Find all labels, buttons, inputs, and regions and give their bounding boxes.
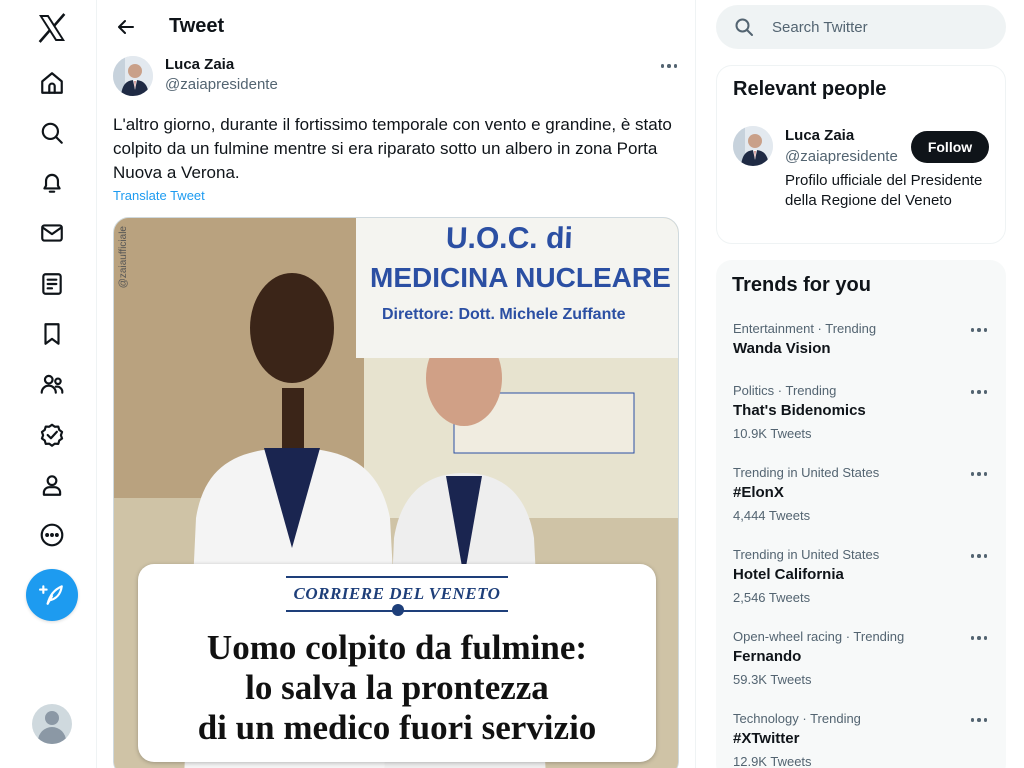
trend-count: 10.9K Tweets [733, 426, 812, 441]
trend-count: 12.9K Tweets [733, 754, 812, 768]
tweet-header: Tweet [97, 0, 695, 53]
trend-more-button[interactable] [968, 323, 990, 337]
nav-profile[interactable] [32, 465, 72, 505]
trend-name: That's Bidenomics [733, 402, 866, 419]
tweet-text: L'altro giorno, durante il fortissimo te… [113, 115, 672, 182]
trend-item[interactable]: Open-wheel racing · Trending Fernando 59… [716, 629, 1006, 711]
relevant-people-panel: Relevant people Luca Zaia @zaiapresident… [716, 65, 1006, 244]
trend-meta: Entertainment · Trending [733, 321, 877, 336]
headline-line2: lo salva la prontezza [245, 668, 549, 707]
sign-line2: MEDICINA NUCLEARE [370, 262, 671, 293]
lists-icon [42, 273, 62, 295]
arrow-left-icon [118, 20, 134, 34]
profile-icon [42, 475, 62, 496]
relevant-person-bio: Profilo ufficiale del Presidente della R… [785, 172, 983, 209]
trends-title: Trends for you [732, 274, 871, 296]
trend-meta: Open-wheel racing · Trending [733, 629, 905, 644]
trend-name: Fernando [733, 648, 802, 665]
follow-button[interactable]: Follow [911, 131, 989, 163]
sign-line1: U.O.C. di [445, 222, 574, 255]
relevant-people-title: Relevant people [733, 78, 887, 100]
avatar-head-shape [45, 711, 59, 725]
account-avatar[interactable] [32, 704, 72, 744]
headline-line1: Uomo colpito da fulmine: [206, 628, 588, 667]
tweet-column: Tweet Luca Zaia @zaiapresidente L'altro … [97, 0, 696, 768]
news-headline: Uomo colpito da fulmine: lo salva la pro… [138, 628, 656, 748]
trend-meta: Technology · Trending [733, 711, 861, 726]
bookmarks-icon [44, 323, 60, 345]
nav-lists[interactable] [32, 264, 72, 304]
sign-line3: Direttore: Dott. Michele Zuffante [382, 306, 626, 323]
relevant-person-handle[interactable]: @zaiapresidente [785, 148, 901, 165]
tweet-more-button[interactable] [655, 54, 683, 78]
relevant-person-name[interactable]: Luca Zaia [785, 127, 854, 144]
back-button[interactable] [109, 10, 143, 44]
feather-plus-icon [39, 585, 63, 605]
media-watermark: @zaiaufficiale [118, 226, 129, 289]
trend-more-button[interactable] [968, 549, 990, 563]
home-icon [41, 72, 63, 94]
nav-communities[interactable] [32, 364, 72, 404]
masthead-text: CORRIERE DEL VENETO [293, 584, 501, 603]
trend-item[interactable]: Politics · Trending That's Bidenomics 10… [716, 383, 1006, 465]
media-sign-background: U.O.C. di MEDICINA NUCLEARE Direttore: D… [356, 218, 678, 358]
trend-meta: Trending in United States [733, 465, 880, 480]
author-handle[interactable]: @zaiapresidente [165, 76, 278, 93]
author-name[interactable]: Luca Zaia [165, 56, 234, 73]
trend-item[interactable]: Trending in United States Hotel Californ… [716, 547, 1006, 629]
author-avatar[interactable] [113, 56, 153, 96]
page-title: Tweet [169, 15, 225, 37]
trend-more-button[interactable] [968, 467, 990, 481]
nav-bookmarks[interactable] [32, 314, 72, 354]
communities-icon [40, 374, 64, 394]
more-dots-icon [660, 64, 665, 68]
translate-tweet-link[interactable]: Translate Tweet [113, 188, 205, 203]
search-input[interactable] [772, 17, 992, 37]
trend-more-button[interactable] [968, 385, 990, 399]
nav-home[interactable] [32, 63, 72, 103]
nav-more[interactable] [32, 515, 72, 555]
trend-more-button[interactable] [968, 631, 990, 645]
more-icon [40, 523, 64, 547]
trend-name: Hotel California [733, 566, 844, 583]
trend-more-button[interactable] [968, 713, 990, 727]
nav-messages[interactable] [32, 213, 72, 253]
trend-item[interactable]: Technology · Trending #XTwitter 12.9K Tw… [716, 711, 1006, 768]
masthead-logo-icon [392, 604, 404, 616]
relevant-person-avatar[interactable] [733, 126, 773, 166]
trend-meta: Trending in United States [733, 547, 880, 562]
trend-name: #XTwitter [733, 730, 800, 747]
right-sidebar: Relevant people Luca Zaia @zaiapresident… [716, 0, 1006, 768]
nav-explore[interactable] [32, 113, 72, 153]
nav-notifications[interactable] [32, 163, 72, 203]
explore-icon [41, 122, 63, 144]
left-navigation [0, 0, 97, 768]
search-box[interactable] [716, 5, 1006, 49]
verified-icon [40, 423, 64, 447]
headline-line3: di un medico fuori servizio [197, 708, 597, 747]
x-logo-icon[interactable] [36, 12, 68, 44]
search-icon [735, 18, 753, 36]
avatar-body-shape [38, 727, 66, 744]
trend-name: #ElonX [733, 484, 784, 501]
trend-count: 2,546 Tweets [733, 590, 811, 605]
nav-verified[interactable] [32, 415, 72, 455]
trend-count: 4,444 Tweets [733, 508, 811, 523]
messages-icon [41, 224, 63, 242]
tweet-media-image[interactable]: U.O.C. di MEDICINA NUCLEARE Direttore: D… [113, 217, 679, 768]
notifications-icon [43, 173, 61, 193]
trend-count: 59.3K Tweets [733, 672, 812, 687]
compose-tweet-button[interactable] [26, 569, 78, 621]
trends-panel: Trends for you Entertainment · Trending … [716, 260, 1006, 768]
trend-meta: Politics · Trending [733, 383, 837, 398]
trend-item[interactable]: Trending in United States #ElonX 4,444 T… [716, 465, 1006, 547]
trend-name: Wanda Vision [733, 340, 831, 357]
news-card: CORRIERE DEL VENETO Uomo colpito da fulm… [138, 564, 656, 762]
